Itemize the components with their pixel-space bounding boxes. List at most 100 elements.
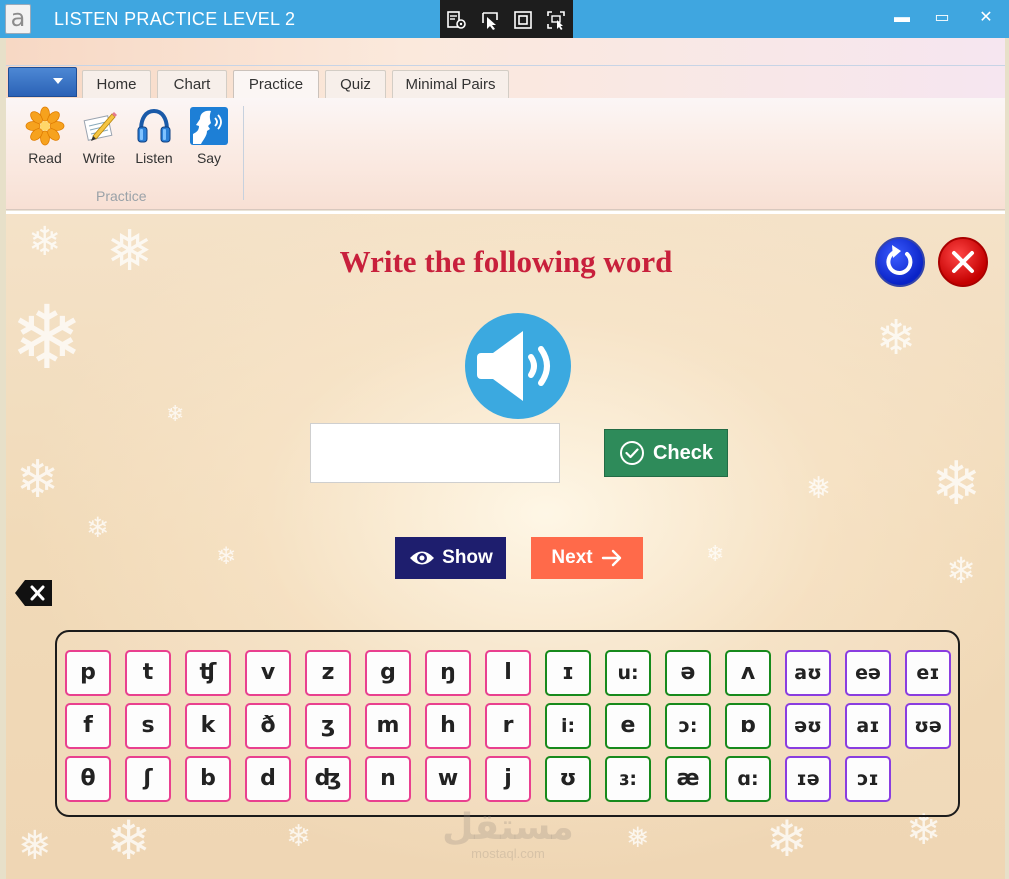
phoneme-key[interactable]: t	[125, 650, 171, 696]
phoneme-key[interactable]: aʊ	[785, 650, 831, 696]
phoneme-key[interactable]: k	[185, 703, 231, 749]
write-button[interactable]: Write	[74, 106, 124, 166]
phoneme-key[interactable]: əʊ	[785, 703, 831, 749]
snowflake-decoration: ❄	[931, 449, 982, 519]
ribbon-group-label: Practice	[96, 188, 147, 204]
phoneme-key[interactable]: ʧ	[185, 650, 231, 696]
minimize-button[interactable]: ▬	[888, 6, 916, 30]
next-label: Next	[551, 547, 593, 568]
phoneme-key[interactable]: aɪ	[845, 703, 891, 749]
phoneme-key[interactable]: d	[245, 756, 291, 802]
maximize-button[interactable]: ▭	[928, 6, 956, 30]
phoneme-key[interactable]: eɪ	[905, 650, 951, 696]
phoneme-key[interactable]: h	[425, 703, 471, 749]
phoneme-key[interactable]: u:	[605, 650, 651, 696]
phoneme-key[interactable]: e	[605, 703, 651, 749]
phoneme-key[interactable]: ʊ	[545, 756, 591, 802]
read-button[interactable]: Read	[20, 106, 70, 166]
phoneme-key[interactable]: j	[485, 756, 531, 802]
play-audio-button[interactable]	[465, 313, 571, 419]
phoneme-key[interactable]: ʌ	[725, 650, 771, 696]
app-icon: a	[5, 4, 31, 34]
say-button[interactable]: Say	[184, 106, 234, 166]
headphones-icon	[137, 108, 171, 143]
check-label: Check	[652, 441, 714, 464]
close-icon	[952, 251, 974, 273]
phoneme-key[interactable]: w	[425, 756, 471, 802]
phoneme-key[interactable]: ŋ	[425, 650, 471, 696]
phoneme-key[interactable]: ɔɪ	[845, 756, 891, 802]
pencil-paper-icon	[83, 112, 117, 141]
show-button[interactable]: Show	[395, 537, 506, 579]
phonetic-keyboard: p t ʧ v z g ŋ l ɪ u: ə ʌ aʊ eə eɪ f s k ð ʒ m h r i: e ɔ: ɒ əʊ aɪ ʊə θ…	[55, 630, 960, 817]
phoneme-key[interactable]: f	[65, 703, 111, 749]
snowflake-decoration: ❄	[86, 511, 110, 544]
phoneme-key[interactable]: l	[485, 650, 531, 696]
eye-icon	[410, 551, 435, 565]
tab-home[interactable]: Home	[82, 70, 151, 98]
phoneme-key[interactable]: eə	[845, 650, 891, 696]
watermark: مستقل mostaql.com	[438, 810, 578, 862]
phoneme-key[interactable]: ɑ:	[725, 756, 771, 802]
phoneme-key[interactable]: z	[305, 650, 351, 696]
phoneme-key[interactable]: s	[125, 703, 171, 749]
phoneme-key[interactable]: ʤ	[305, 756, 351, 802]
next-button[interactable]: Next	[531, 537, 643, 579]
application-menu-button[interactable]	[8, 67, 77, 97]
phoneme-key[interactable]: ʊə	[905, 703, 951, 749]
phoneme-key[interactable]: ə	[665, 650, 711, 696]
phoneme-key[interactable]: ʃ	[125, 756, 171, 802]
phoneme-key[interactable]: æ	[665, 756, 711, 802]
replay-button[interactable]	[875, 237, 925, 287]
check-button[interactable]: Check	[604, 429, 728, 477]
phoneme-key[interactable]: m	[365, 703, 411, 749]
snowflake-decoration: ❄	[10, 286, 84, 389]
backspace-button[interactable]	[14, 578, 54, 608]
phoneme-key[interactable]: r	[485, 703, 531, 749]
phoneme-key[interactable]: v	[245, 650, 291, 696]
speaking-face-icon	[190, 107, 228, 145]
flower-icon	[25, 106, 65, 146]
snowflake-decoration: ❄	[766, 810, 808, 868]
phoneme-key[interactable]: ɔ:	[665, 703, 711, 749]
tab-chart[interactable]: Chart	[157, 70, 227, 98]
phoneme-key[interactable]: ɪə	[785, 756, 831, 802]
snowflake-decoration: ❅	[626, 821, 650, 854]
phoneme-key[interactable]: n	[365, 756, 411, 802]
phoneme-key[interactable]: ð	[245, 703, 291, 749]
window-title: LISTEN PRACTICE LEVEL 2	[54, 9, 296, 29]
snowflake-decoration: ❅	[18, 823, 52, 869]
instruction-heading: Write the following word	[339, 244, 673, 279]
phoneme-key[interactable]: g	[365, 650, 411, 696]
phoneme-key[interactable]: ʒ	[305, 703, 351, 749]
snip-settings-icon[interactable]	[446, 9, 468, 31]
answer-input[interactable]	[310, 423, 560, 483]
phoneme-key[interactable]: b	[185, 756, 231, 802]
arrow-right-icon	[601, 549, 621, 567]
snowflake-decoration: ❄	[216, 542, 237, 570]
tab-practice[interactable]: Practice	[233, 70, 319, 100]
phoneme-key[interactable]: ɒ	[725, 703, 771, 749]
practice-area: ❄ ❄ ❅ ❄ ❄ ❄ ❄ ❅ ❄ ❄ ❄ ❄ ❄ ❅ ❄ ❄ ❄ ❅ Writ…	[6, 214, 1005, 879]
snip-rectangle-icon[interactable]	[479, 9, 501, 31]
listen-button[interactable]: Listen	[129, 106, 179, 166]
snowflake-decoration: ❄	[28, 219, 62, 265]
snowflake-decoration: ❅	[806, 471, 832, 506]
phoneme-key[interactable]: ɜ:	[605, 756, 651, 802]
phoneme-key[interactable]: i:	[545, 703, 591, 749]
snowflake-decoration: ❄	[106, 809, 152, 872]
phoneme-key[interactable]: θ	[65, 756, 111, 802]
tab-minimal-pairs[interactable]: Minimal Pairs	[392, 70, 509, 98]
check-circle-icon	[619, 441, 644, 465]
phoneme-key[interactable]: p	[65, 650, 111, 696]
tab-quiz[interactable]: Quiz	[325, 70, 386, 98]
ribbon-group-separator	[243, 106, 244, 200]
close-window-button[interactable]: ✕	[972, 6, 1000, 30]
snowflake-decoration: ❄	[166, 402, 185, 427]
snip-fullscreen-icon[interactable]	[545, 9, 567, 31]
close-exercise-button[interactable]	[938, 237, 988, 287]
refresh-icon	[886, 245, 913, 275]
speaker-icon	[477, 331, 550, 401]
phoneme-key[interactable]: ɪ	[545, 650, 591, 696]
snip-window-icon[interactable]	[512, 9, 534, 31]
